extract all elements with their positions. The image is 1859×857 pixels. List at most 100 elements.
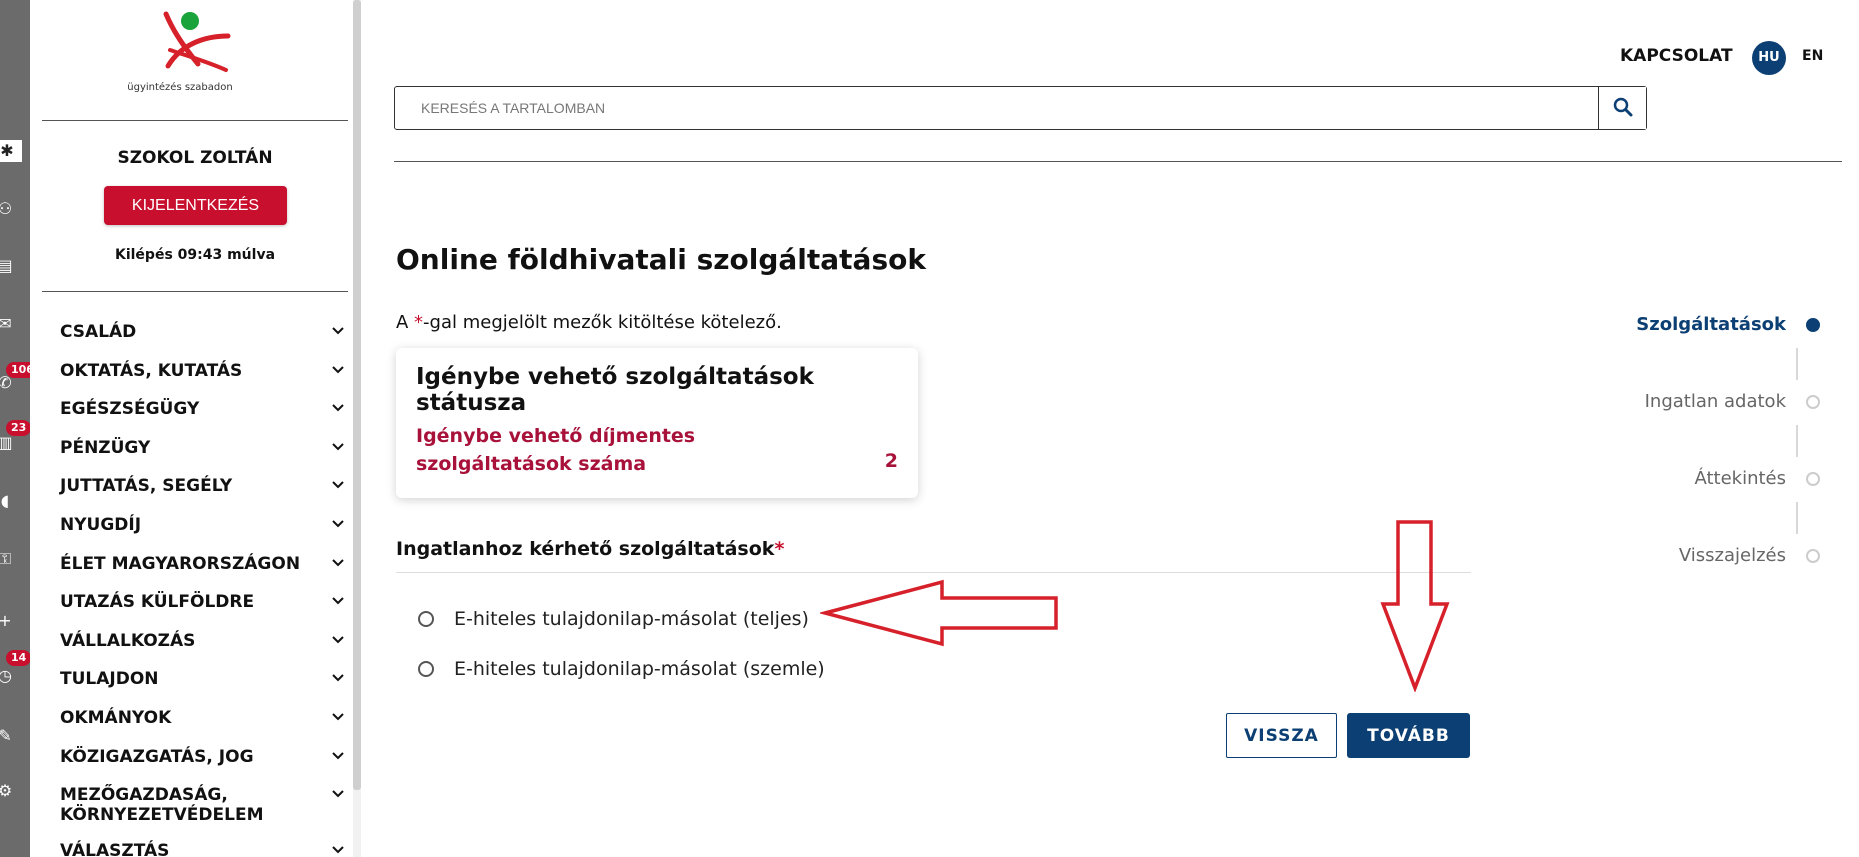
menu-item-nyugdij[interactable]: NYUGDÍJ xyxy=(60,511,345,550)
contact-link[interactable]: KAPCSOLAT xyxy=(1620,46,1733,66)
search-box xyxy=(394,86,1647,130)
free-services-label: Igénybe vehető díjmentes szolgáltatások … xyxy=(416,425,696,475)
chevron-down-icon xyxy=(332,713,344,721)
menu-item-label: OKMÁNYOK xyxy=(60,707,172,728)
lock-icon[interactable]: ⚿ xyxy=(0,548,16,570)
next-button[interactable]: TOVÁBB xyxy=(1347,713,1470,758)
clock-icon[interactable]: ◷ xyxy=(0,665,16,687)
chevron-down-icon xyxy=(332,481,344,489)
menu-item-label: CSALÁD xyxy=(60,322,137,342)
sidebar-divider xyxy=(42,120,348,121)
language-hu-button[interactable]: HU xyxy=(1752,41,1786,75)
radio-button[interactable] xyxy=(418,661,434,677)
inbox-icon[interactable]: ✉ xyxy=(0,313,16,335)
chevron-down-icon xyxy=(332,636,344,644)
required-note: A *-gal megjelölt mezők kitöltése kötele… xyxy=(396,312,782,333)
logo[interactable]: ügyintézés szabadon xyxy=(110,6,250,96)
step-label: Visszajelzés xyxy=(1678,545,1786,566)
chevron-down-icon xyxy=(332,846,344,854)
services-label-text: Ingatlanhoz kérhető szolgáltatások xyxy=(396,538,775,560)
sidebar-menu: CSALÁD OKTATÁS, KUTATÁS EGÉSZSÉGÜGY PÉNZ… xyxy=(60,318,345,857)
step-connector xyxy=(1796,425,1798,457)
services-label: Ingatlanhoz kérhető szolgáltatások* xyxy=(396,538,784,560)
chevron-down-icon xyxy=(332,365,344,374)
menu-item-label: OKTATÁS, KUTATÁS xyxy=(60,360,243,381)
chevron-down-icon xyxy=(332,558,344,566)
status-card-title: Igénybe vehető szolgáltatások státusza xyxy=(416,364,814,416)
service-option-view[interactable]: E-hiteles tulajdonilap-másolat (szemle) xyxy=(418,658,825,680)
required-note-prefix: A xyxy=(396,312,415,333)
chevron-down-icon xyxy=(332,674,344,682)
step-dot-icon xyxy=(1806,394,1820,409)
menu-item-vallalkozas[interactable]: VÁLLALKOZÁS xyxy=(60,627,345,666)
search-icon xyxy=(1613,97,1632,116)
step-connector xyxy=(1796,348,1798,380)
chevron-down-icon xyxy=(332,443,344,451)
step-label: Szolgáltatások xyxy=(1636,314,1786,335)
menu-item-elet-magyarorszagon[interactable]: ÉLET MAGYARORSZÁGON xyxy=(60,550,345,589)
step-connector xyxy=(1796,502,1798,534)
menu-item-label: EGÉSZSÉGÜGY xyxy=(60,399,200,420)
menu-item-mezogazdasag[interactable]: MEZŐGAZDASÁG, KÖRNYEZETVÉDELEM xyxy=(60,781,345,837)
plus-icon[interactable]: + xyxy=(0,610,16,632)
menu-item-label: MEZŐGAZDASÁG, KÖRNYEZETVÉDELEM xyxy=(60,785,264,826)
annotation-arrow-left-icon xyxy=(820,579,1058,647)
menu-item-label: NYUGDÍJ xyxy=(60,514,142,535)
shield-icon[interactable]: ◖ xyxy=(0,490,16,512)
service-option-label: E-hiteles tulajdonilap-másolat (teljes) xyxy=(454,608,809,630)
menu-item-kozigazgatas[interactable]: KÖZIGAZGATÁS, JOG xyxy=(60,743,345,782)
calendar-icon[interactable]: ▤ xyxy=(0,255,16,277)
step-label: Ingatlan adatok xyxy=(1644,391,1786,412)
menu-item-label: VÁLLALKOZÁS xyxy=(60,630,196,651)
person-icon[interactable]: ⚇ xyxy=(0,198,16,220)
edit-icon[interactable]: ✎ xyxy=(0,725,16,747)
step-services: Szolgáltatások xyxy=(1560,314,1820,335)
home-icon[interactable]: ✱ xyxy=(0,140,22,162)
logout-button[interactable]: KIJELENTKEZÉS xyxy=(104,186,287,225)
radio-button[interactable] xyxy=(418,611,434,627)
required-note-text: -gal megjelölt mezők kitöltése kötelező. xyxy=(423,312,782,333)
chevron-down-icon xyxy=(332,790,344,798)
menu-item-csalad[interactable]: CSALÁD xyxy=(60,318,345,357)
back-button[interactable]: VISSZA xyxy=(1226,713,1337,758)
step-dot-icon xyxy=(1806,548,1820,563)
menu-item-okmanyok[interactable]: OKMÁNYOK xyxy=(60,704,345,743)
header-divider xyxy=(394,161,1842,162)
search-input[interactable] xyxy=(395,87,1597,129)
chevron-down-icon xyxy=(332,327,344,335)
sidebar-scrollbar-thumb[interactable] xyxy=(353,0,361,790)
menu-item-egeszsegugy[interactable]: EGÉSZSÉGÜGY xyxy=(60,395,345,434)
menu-item-label: TULAJDON xyxy=(60,669,159,690)
language-en-button[interactable]: EN xyxy=(1802,48,1823,64)
step-label: Áttekintés xyxy=(1694,468,1786,489)
menu-item-tulajdon[interactable]: TULAJDON xyxy=(60,665,345,704)
step-dot-icon xyxy=(1806,317,1820,332)
sidebar-divider xyxy=(42,291,348,292)
menu-item-label: VÁLASZTÁS xyxy=(60,841,170,857)
services-divider xyxy=(396,572,1471,573)
clock-badge: 14 xyxy=(6,650,32,666)
menu-item-label: JUTTATÁS, SEGÉLY xyxy=(60,476,233,497)
search-button[interactable] xyxy=(1598,87,1646,129)
documents-badge: 23 xyxy=(6,420,32,436)
chevron-down-icon xyxy=(332,520,344,528)
status-card: Igénybe vehető szolgáltatások státusza I… xyxy=(396,348,918,498)
step-property-data: Ingatlan adatok xyxy=(1560,391,1820,412)
icon-rail: ✱ ⚇ ▤ ✉ ✆ 1066 ▥ 23 ◖ ⚿ + ◷ 14 ✎ ⚙ xyxy=(0,0,47,857)
required-star: * xyxy=(774,538,785,560)
menu-item-penzugy[interactable]: PÉNZÜGY xyxy=(60,434,345,473)
service-option-full[interactable]: E-hiteles tulajdonilap-másolat (teljes) xyxy=(418,608,809,630)
menu-item-label: KÖZIGAZGATÁS, JOG xyxy=(60,746,254,767)
step-feedback: Visszajelzés xyxy=(1560,545,1820,566)
progress-stepper: Szolgáltatások Ingatlan adatok Áttekinté… xyxy=(1560,310,1820,570)
menu-item-juttatas[interactable]: JUTTATÁS, SEGÉLY xyxy=(60,472,345,511)
settings-icon[interactable]: ⚙ xyxy=(0,780,16,802)
menu-item-valasztas[interactable]: VÁLASZTÁS xyxy=(60,837,345,857)
menu-item-utazas-kulfoldre[interactable]: UTAZÁS KÜLFÖLDRE xyxy=(60,588,345,627)
service-option-label: E-hiteles tulajdonilap-másolat (szemle) xyxy=(454,658,825,680)
menu-item-oktatas[interactable]: OKTATÁS, KUTATÁS xyxy=(60,357,345,396)
logo-mark-icon xyxy=(163,11,231,72)
annotation-arrow-down-icon xyxy=(1380,520,1450,692)
logout-timer: Kilépés 09:43 múlva xyxy=(114,247,276,263)
page-title: Online földhivatali szolgáltatások xyxy=(396,243,926,276)
